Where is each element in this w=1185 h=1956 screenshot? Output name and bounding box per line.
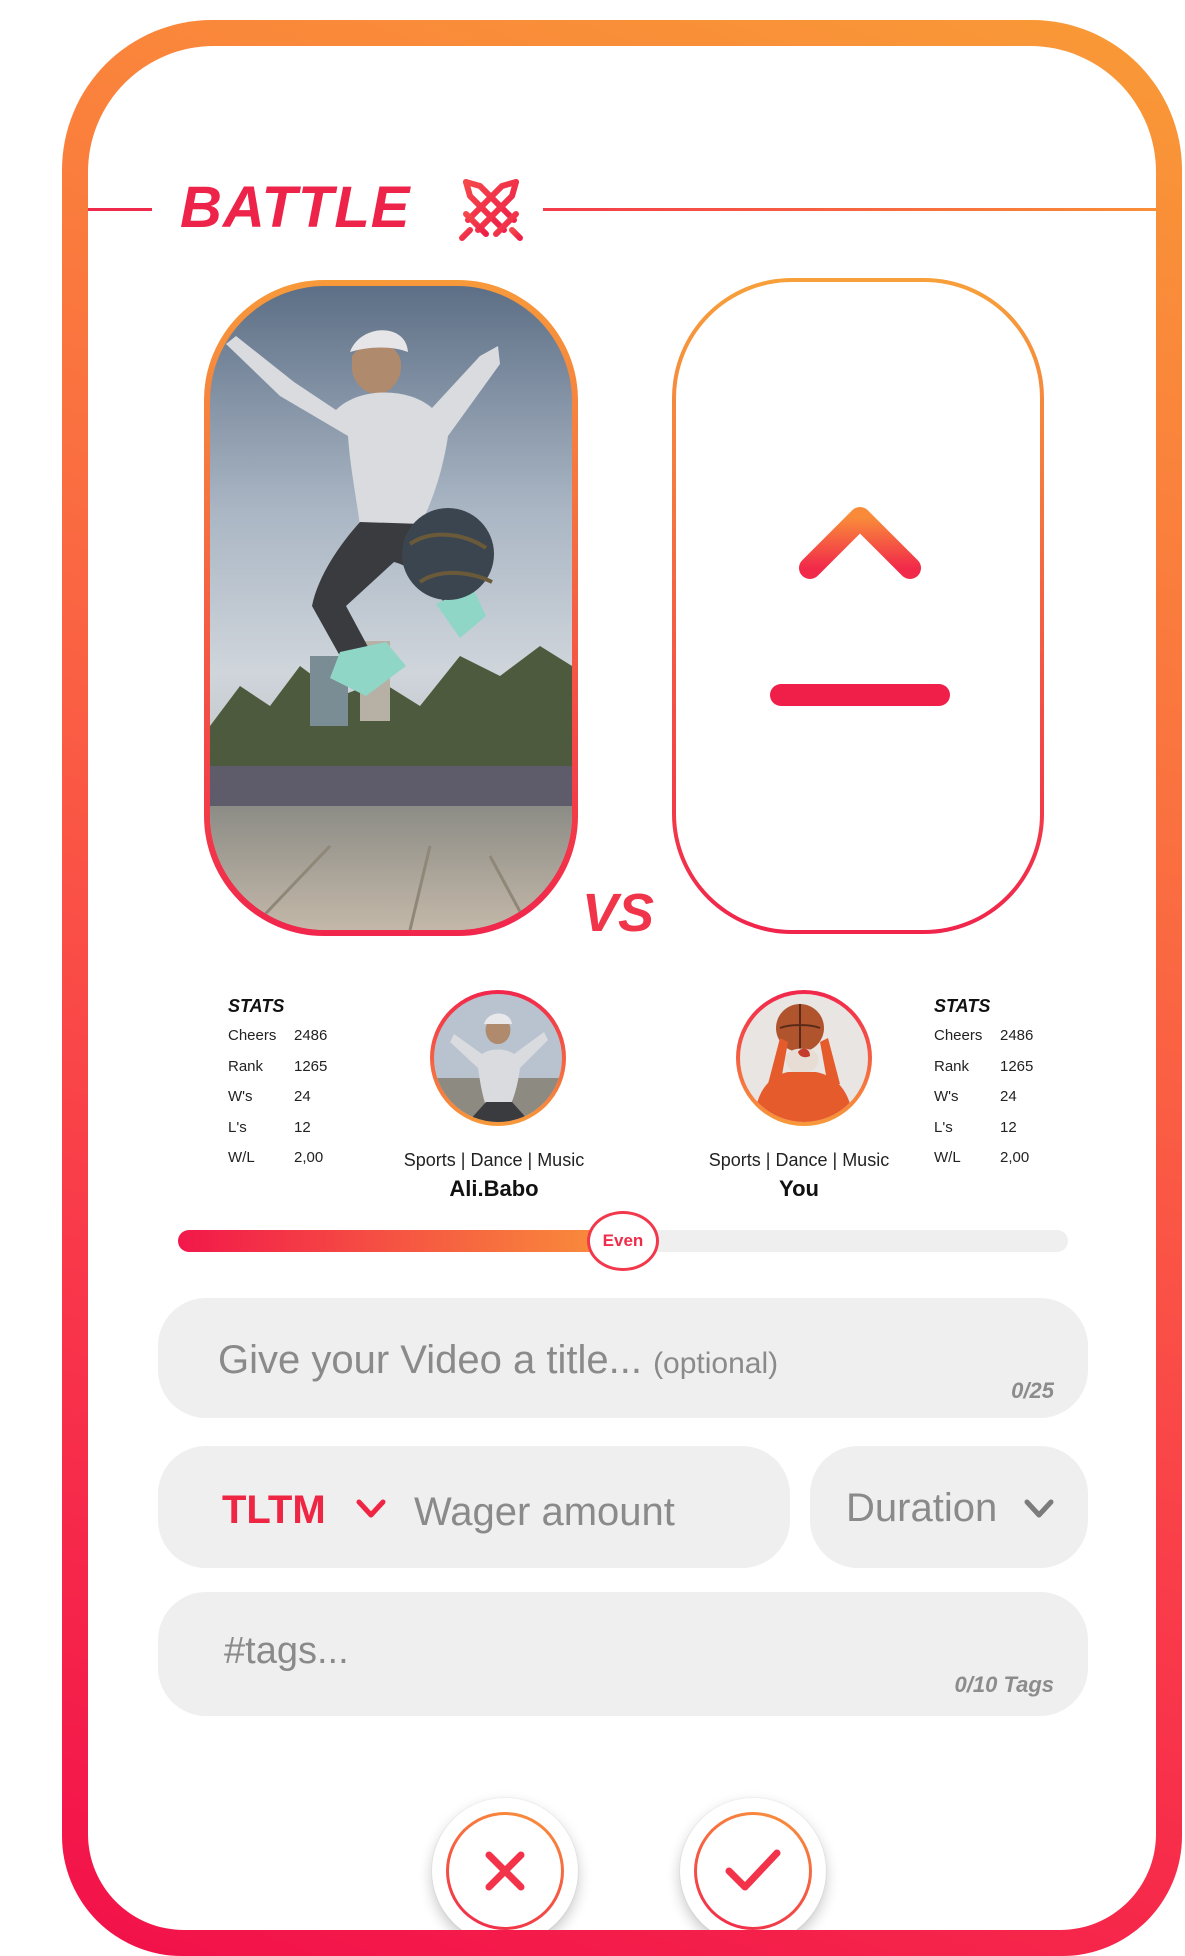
user-avatar-image (740, 994, 868, 1122)
stat-row: L's 12 (228, 1119, 327, 1150)
crossed-swords-icon (459, 179, 523, 241)
stat-row: W/L 2,00 (228, 1149, 327, 1180)
cancel-button-inner (449, 1815, 561, 1927)
stat-label: Cheers (228, 1027, 277, 1044)
stat-row: L's 12 (934, 1119, 1033, 1150)
stat-row: W's 24 (228, 1088, 327, 1119)
optional-hint: (optional) (653, 1347, 779, 1380)
check-icon (725, 1849, 781, 1891)
phone-frame: BATTLE VS STATS Cheers 2486 Rank 1265 W'… (62, 20, 1182, 1956)
user-stats: STATS Cheers 2486 Rank 1265 W's 24 L's 12 W/… (934, 996, 1033, 1180)
video-title-input[interactable]: Give your Video a title... (optional) 0/… (158, 1298, 1088, 1418)
stat-value: 1265 (294, 1057, 328, 1075)
stat-label: Cheers (934, 1027, 983, 1044)
opponent-video-card[interactable] (204, 280, 578, 936)
wager-amount-placeholder: Wager amount (414, 1490, 675, 1534)
opponent-stats: STATS Cheers 2486 Rank 1265 W's 24 L's 12 W/… (228, 996, 327, 1180)
stat-label: W/L (228, 1149, 255, 1166)
tags-input[interactable]: #tags... 0/10 Tags (158, 1592, 1088, 1716)
stat-label: Rank (934, 1057, 970, 1075)
currency-select[interactable]: TLTM (222, 1488, 326, 1533)
opponent-video-thumbnail (210, 286, 572, 930)
user-genres: Sports | Dance | Music (708, 1150, 890, 1170)
close-icon (485, 1851, 525, 1891)
stat-value: 2486 (294, 1027, 328, 1044)
page-title: BATTLE (180, 175, 411, 240)
stat-label: L's (934, 1118, 953, 1136)
tags-counter: 0/10 Tags (954, 1672, 1054, 1697)
confirm-button[interactable] (680, 1798, 826, 1930)
wager-input[interactable]: TLTM Wager amount (158, 1446, 790, 1568)
upload-drop-zone (676, 282, 1040, 930)
duration-label: Duration (846, 1486, 998, 1530)
cancel-button[interactable] (432, 1798, 578, 1930)
stat-label: W/L (934, 1149, 961, 1166)
battle-screen: BATTLE VS STATS Cheers 2486 Rank 1265 W'… (88, 46, 1156, 1930)
stat-row: W's 24 (934, 1088, 1033, 1119)
tags-placeholder: #tags... (224, 1630, 349, 1672)
stat-label: W's (228, 1088, 253, 1105)
stat-value: 24 (1000, 1088, 1017, 1105)
stat-value: 12 (294, 1118, 311, 1136)
balance-slider-label: Even (602, 1231, 644, 1250)
chevron-down-icon (1024, 1499, 1054, 1518)
stat-value: 2486 (1000, 1027, 1034, 1044)
header-divider-left (88, 208, 152, 211)
stat-label: Rank (228, 1057, 264, 1075)
upload-icon (770, 507, 950, 706)
upload-video-card[interactable] (672, 278, 1044, 934)
duration-select[interactable]: Duration (810, 1446, 1088, 1568)
video-title-placeholder-text: Give your Video a title... (218, 1338, 642, 1382)
user-avatar[interactable] (736, 990, 872, 1126)
stat-row: Cheers 2486 (934, 1027, 1033, 1058)
stat-value: 2,00 (294, 1149, 324, 1166)
stats-title: STATS (934, 996, 991, 1016)
chevron-down-icon[interactable] (354, 1496, 388, 1522)
user-avatar-photo (740, 994, 868, 1122)
vs-label: VS (582, 883, 655, 943)
confirm-button-ring (694, 1812, 812, 1930)
stat-value: 24 (294, 1088, 311, 1105)
header-divider-right (543, 208, 1156, 211)
cancel-button-ring (446, 1812, 564, 1930)
opponent-genres: Sports | Dance | Music (403, 1150, 585, 1170)
stat-label: W's (934, 1088, 959, 1105)
user-username: You (779, 1176, 819, 1201)
stat-row: Rank 1265 (228, 1058, 327, 1089)
opponent-avatar[interactable] (430, 990, 566, 1126)
stat-row: Cheers 2486 (228, 1027, 327, 1058)
stat-value: 2,00 (1000, 1149, 1030, 1166)
opponent-username[interactable]: Ali.Babo (394, 1176, 594, 1202)
stat-value: 12 (1000, 1118, 1017, 1136)
stat-value: 1265 (1000, 1057, 1034, 1075)
stat-row: W/L 2,00 (934, 1149, 1033, 1180)
video-title-placeholder: Give your Video a title... (optional) (218, 1338, 778, 1383)
title-char-counter: 0/25 (1011, 1378, 1054, 1403)
confirm-button-inner (697, 1815, 809, 1927)
stats-title: STATS (228, 996, 285, 1016)
opponent-avatar-image (434, 994, 562, 1122)
football-freestyle-photo (210, 286, 572, 930)
opponent-avatar-photo (434, 994, 562, 1122)
balance-slider-thumb[interactable]: Even (587, 1211, 659, 1271)
stat-row: Rank 1265 (934, 1058, 1033, 1089)
balance-slider-fill (178, 1230, 623, 1252)
stat-label: L's (228, 1118, 247, 1136)
